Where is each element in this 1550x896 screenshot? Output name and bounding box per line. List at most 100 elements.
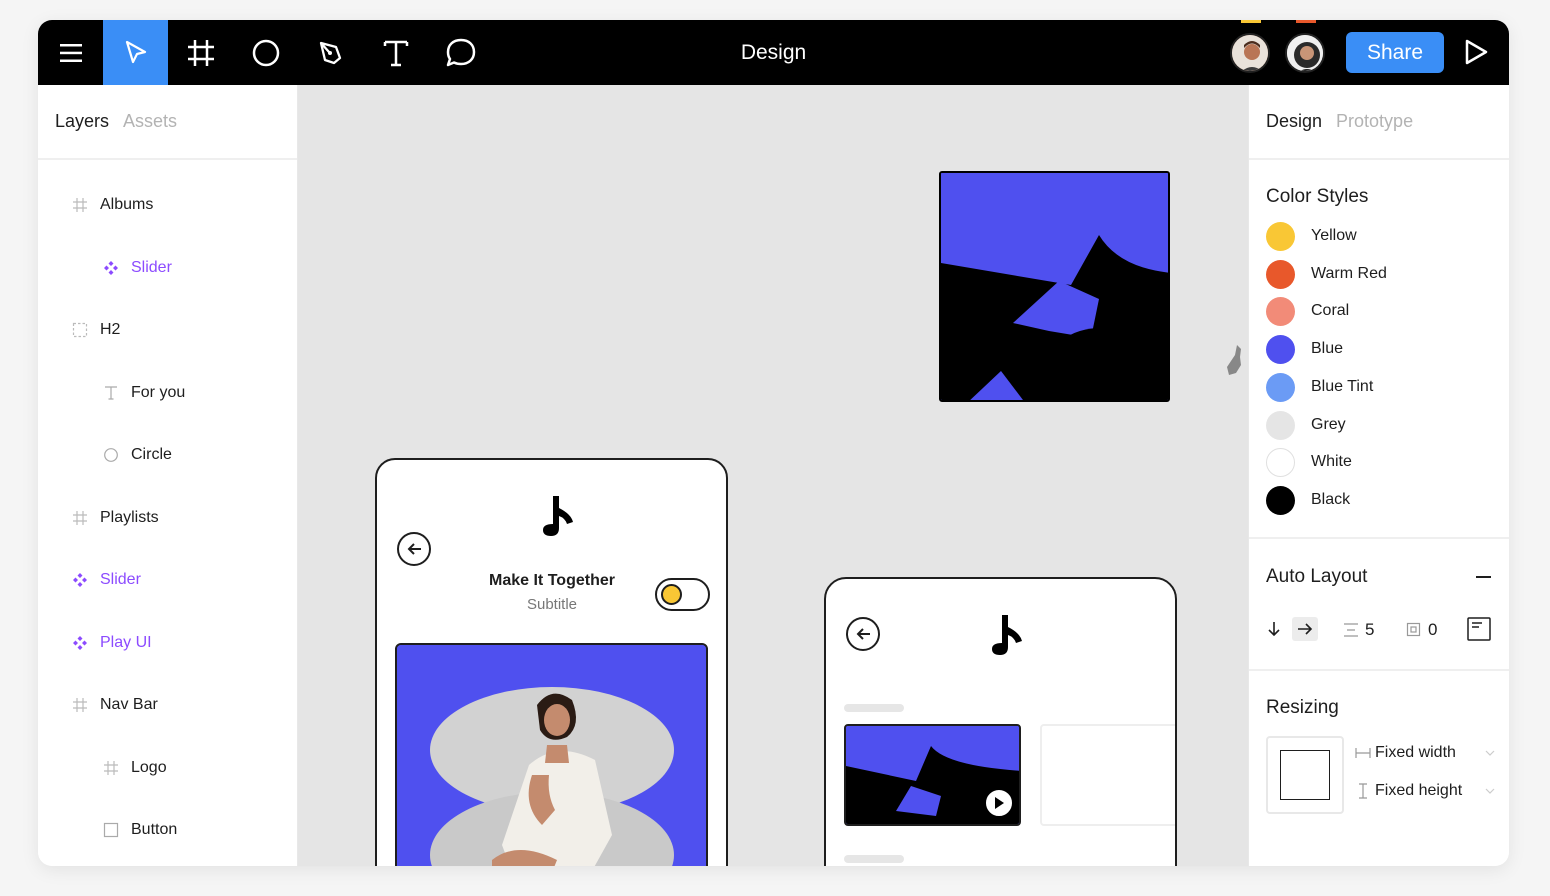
ellipse-tool-icon[interactable] xyxy=(233,20,298,85)
layer-item[interactable]: For you xyxy=(100,378,185,408)
tab-prototype[interactable]: Prototype xyxy=(1336,111,1413,132)
frame-tool-icon[interactable] xyxy=(168,20,233,85)
tab-design[interactable]: Design xyxy=(1266,111,1322,132)
alignment-icon[interactable] xyxy=(1467,617,1491,646)
tab-layers[interactable]: Layers xyxy=(55,111,109,132)
color-style-item[interactable]: Grey xyxy=(1266,410,1346,440)
frame-icon xyxy=(69,194,91,216)
back-arrow-button[interactable] xyxy=(846,617,880,651)
color-swatch xyxy=(1266,410,1295,440)
remove-auto-layout-icon[interactable] xyxy=(1476,576,1491,578)
color-swatch xyxy=(1266,372,1295,402)
layer-item[interactable]: Logo xyxy=(100,753,167,783)
color-style-name: Blue xyxy=(1311,340,1344,357)
app-window: Design Share Layers Assets Albums Slider xyxy=(38,20,1509,866)
layer-item[interactable]: H2 xyxy=(69,315,120,345)
horizontal-direction-icon[interactable] xyxy=(1292,617,1318,641)
group-icon xyxy=(69,319,91,341)
color-style-name: Grey xyxy=(1311,416,1346,433)
color-swatch xyxy=(1266,259,1295,289)
avatar[interactable] xyxy=(1285,33,1325,73)
text-tool-icon[interactable] xyxy=(363,20,428,85)
comment-tool-icon[interactable] xyxy=(428,20,493,85)
section-divider xyxy=(1249,669,1509,671)
color-style-item[interactable]: White xyxy=(1266,447,1352,477)
collaborator-cursor-icon xyxy=(1223,343,1245,384)
vertical-direction-icon[interactable] xyxy=(1266,620,1282,643)
layer-item[interactable]: Albums xyxy=(69,190,153,220)
layer-item[interactable]: Button xyxy=(100,815,177,845)
fixed-height-select[interactable]: Fixed height xyxy=(1355,782,1495,800)
present-play-icon[interactable] xyxy=(1458,34,1494,70)
spacing-icon xyxy=(1344,623,1358,637)
color-style-item[interactable]: Warm Red xyxy=(1266,259,1387,289)
cover-image[interactable] xyxy=(395,643,708,866)
card-subtitle: Subtitle xyxy=(526,596,578,613)
color-styles-title: Color Styles xyxy=(1266,186,1369,207)
color-style-name: Coral xyxy=(1311,302,1350,319)
component-icon xyxy=(100,257,122,279)
placeholder-card xyxy=(1040,724,1175,826)
color-style-name: Blue Tint xyxy=(1311,378,1374,395)
album-artwork-frame[interactable] xyxy=(939,171,1170,402)
component-icon xyxy=(69,569,91,591)
move-tool-icon[interactable] xyxy=(103,20,168,85)
layer-label: H2 xyxy=(100,321,121,338)
pen-tool-icon[interactable] xyxy=(298,20,363,85)
resizing-preview xyxy=(1266,736,1344,814)
color-swatch xyxy=(1266,447,1295,477)
mobile-card-playlist[interactable]: Make It Together Subtitle xyxy=(375,458,728,866)
rectangle-icon xyxy=(100,819,122,841)
color-style-item[interactable]: Coral xyxy=(1266,296,1349,326)
menu-icon[interactable] xyxy=(38,20,103,85)
layer-item[interactable]: Nav Bar xyxy=(69,690,158,720)
fixed-width-label: Fixed width xyxy=(1375,744,1456,761)
canvas[interactable]: Make It Together Subtitle xyxy=(298,85,1248,866)
share-button[interactable]: Share xyxy=(1346,32,1444,73)
avatar[interactable] xyxy=(1230,33,1270,73)
layer-label: Playlists xyxy=(100,509,159,526)
color-style-name: White xyxy=(1311,453,1352,470)
color-swatch xyxy=(1266,485,1295,515)
width-icon xyxy=(1355,748,1371,758)
collaborator-marker xyxy=(1241,20,1261,23)
color-style-item[interactable]: Black xyxy=(1266,485,1350,515)
layers-panel: Layers Assets Albums Slider H2 For you C… xyxy=(38,85,298,866)
layer-label: For you xyxy=(131,384,186,401)
text-icon xyxy=(100,382,122,404)
play-icon[interactable] xyxy=(984,788,1014,818)
collaborator-marker xyxy=(1296,20,1316,23)
auto-layout-title: Auto Layout xyxy=(1266,566,1368,587)
spacing-field[interactable]: 5 xyxy=(1342,620,1374,640)
tab-assets[interactable]: Assets xyxy=(123,111,177,132)
color-style-item[interactable]: Blue xyxy=(1266,334,1343,364)
right-panel-tabs: Design Prototype xyxy=(1249,85,1509,160)
frame-icon xyxy=(69,507,91,529)
ellipse-icon xyxy=(100,444,122,466)
layer-label: Button xyxy=(131,821,178,838)
layer-item[interactable]: Playlists xyxy=(69,503,159,533)
layer-label: Play UI xyxy=(100,634,152,651)
card-title: Make It Together xyxy=(489,572,615,589)
mobile-card-player[interactable] xyxy=(824,577,1177,866)
toggle-knob xyxy=(661,584,682,605)
height-icon xyxy=(1359,783,1367,799)
video-thumbnail[interactable] xyxy=(844,724,1021,826)
abstract-artwork-graphic xyxy=(941,173,1168,400)
layer-label: Slider xyxy=(131,259,172,276)
toggle-switch[interactable] xyxy=(655,578,710,611)
component-icon xyxy=(69,632,91,654)
color-style-item[interactable]: Yellow xyxy=(1266,221,1357,251)
layer-item[interactable]: Slider xyxy=(100,253,172,283)
fixed-width-select[interactable]: Fixed width xyxy=(1355,744,1495,762)
layer-item[interactable]: Slider xyxy=(69,565,141,595)
color-style-item[interactable]: Blue Tint xyxy=(1266,372,1373,402)
layer-item[interactable]: Play UI xyxy=(69,628,152,658)
frame-icon xyxy=(69,694,91,716)
back-arrow-button[interactable] xyxy=(397,532,431,566)
left-panel-tabs: Layers Assets xyxy=(38,85,297,160)
chevron-down-icon xyxy=(1485,788,1495,794)
padding-field[interactable]: 0 xyxy=(1406,620,1437,640)
layer-item[interactable]: Circle xyxy=(100,440,172,470)
resizing-preview-box xyxy=(1280,750,1330,800)
